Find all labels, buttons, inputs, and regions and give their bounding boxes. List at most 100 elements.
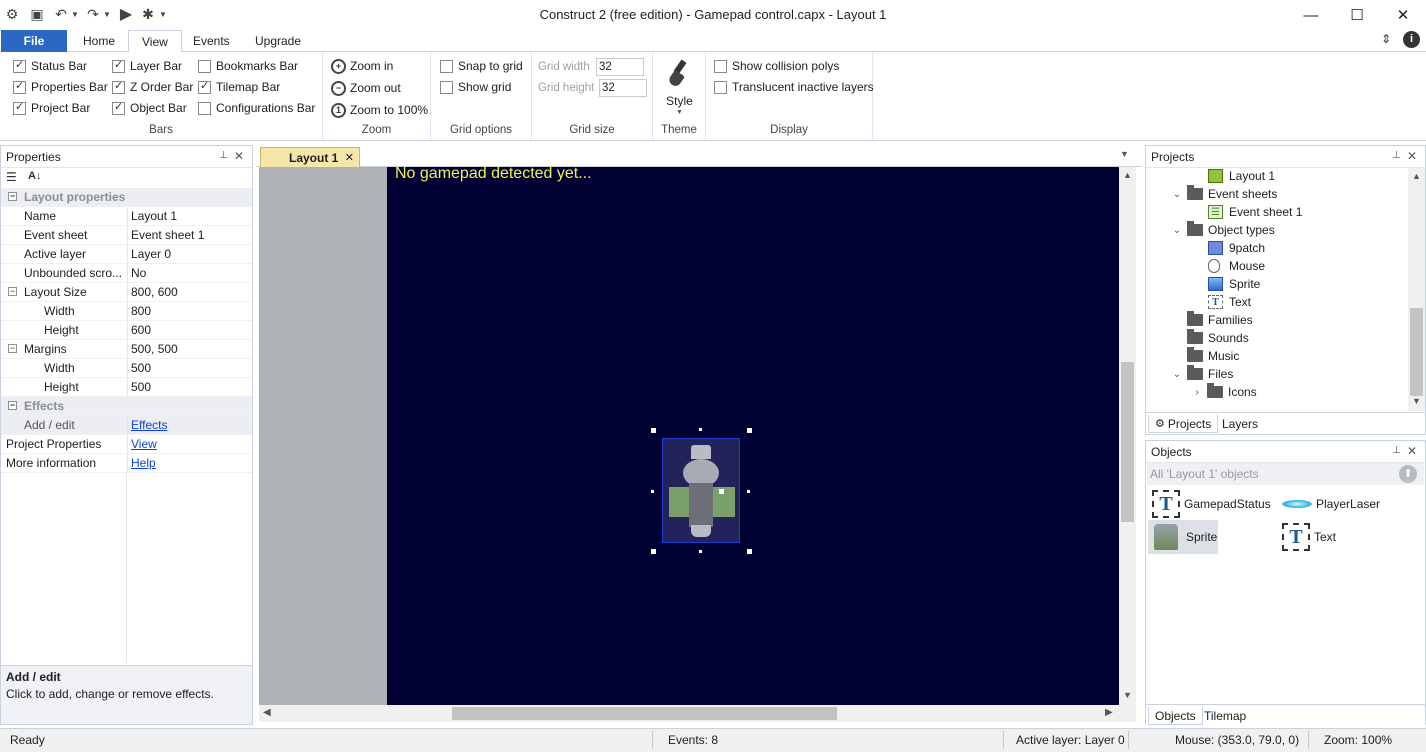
resize-handle[interactable] <box>651 490 654 493</box>
show-grid-checkbox[interactable]: Show grid <box>440 78 523 96</box>
property-row-unbounded-scrolling[interactable]: Unbounded scro... No <box>1 264 252 283</box>
close-tab-icon[interactable]: ✕ <box>345 151 354 164</box>
z-order-bar-checkbox[interactable]: Z Order Bar <box>112 78 193 96</box>
property-row-add-edit[interactable]: Add / edit Effects <box>1 416 252 435</box>
tab-view[interactable]: View <box>128 30 182 53</box>
scroll-right-icon[interactable]: ▶ <box>1105 707 1113 718</box>
gamepad-status-text[interactable]: No gamepad detected yet... <box>395 165 592 183</box>
object-gamepadstatus[interactable]: T GamepadStatus <box>1152 487 1271 521</box>
translucent-inactive-layers-checkbox[interactable]: Translucent inactive layers <box>714 78 874 96</box>
scroll-up-icon[interactable]: ▲ <box>1412 171 1421 181</box>
object-sprite[interactable]: Sprite <box>1148 520 1218 554</box>
tab-layout-1[interactable]: Layout 1 ✕ <box>260 147 360 167</box>
snap-to-grid-checkbox[interactable]: Snap to grid <box>440 57 523 75</box>
scroll-up-icon[interactable]: ▲ <box>1123 170 1132 180</box>
zoom-100-button[interactable]: 1 Zoom to 100% <box>331 100 428 120</box>
property-row-project-properties[interactable]: Project Properties View <box>1 435 252 454</box>
property-row-layout-height[interactable]: Height 600 <box>1 321 252 340</box>
help-link[interactable]: Help <box>131 456 156 470</box>
tab-events[interactable]: Events <box>180 30 243 52</box>
close-pane-icon[interactable]: ✕ <box>1407 149 1417 163</box>
collapse-icon[interactable]: − <box>8 401 17 410</box>
sort-alphabetical-icon[interactable]: A↓ <box>28 170 41 182</box>
property-row-margins-width[interactable]: Width 500 <box>1 359 252 378</box>
tree-item-event-sheets[interactable]: ⌄ Event sheets <box>1171 185 1277 203</box>
collapse-icon[interactable]: − <box>8 192 17 201</box>
resize-handle[interactable] <box>747 428 752 433</box>
tree-item-object-types[interactable]: ⌄ Object types <box>1171 221 1275 239</box>
property-row-layout-size[interactable]: − Layout Size 800, 600 <box>1 283 252 302</box>
vertical-scroll-thumb[interactable] <box>1121 362 1134 522</box>
sprite-instance[interactable] <box>662 438 740 543</box>
origin-handle[interactable] <box>719 489 724 494</box>
tab-layers[interactable]: Layers <box>1216 415 1264 433</box>
configurations-bar-checkbox[interactable]: Configurations Bar <box>198 99 315 117</box>
property-row-event-sheet[interactable]: Event sheet Event sheet 1 <box>1 226 252 245</box>
show-collision-polys-checkbox[interactable]: Show collision polys <box>714 57 874 75</box>
tab-home[interactable]: Home <box>70 30 128 52</box>
property-row-margins-height[interactable]: Height 500 <box>1 378 252 397</box>
projects-scrollbar[interactable]: ▲ ▼ <box>1408 168 1425 411</box>
tree-item-text[interactable]: T Text <box>1208 293 1251 311</box>
tree-item-music[interactable]: Music <box>1187 347 1239 365</box>
close-pane-icon[interactable]: ✕ <box>1407 444 1417 458</box>
tree-item-icons[interactable]: › Icons <box>1191 383 1257 401</box>
minimize-button[interactable]: — <box>1288 0 1334 30</box>
tilemap-bar-checkbox[interactable]: Tilemap Bar <box>198 78 315 96</box>
folder-up-icon[interactable]: ⬆ <box>1399 465 1417 483</box>
maximize-button[interactable]: ☐ <box>1334 0 1380 30</box>
collapse-icon[interactable]: − <box>8 287 17 296</box>
layout-canvas[interactable]: No gamepad detected yet... <box>387 165 1119 705</box>
object-bar-checkbox[interactable]: Object Bar <box>112 99 193 117</box>
tab-objects[interactable]: Objects <box>1148 707 1203 725</box>
expanded-arrow-icon[interactable]: ⌄ <box>1171 189 1183 200</box>
tree-item-files[interactable]: ⌄ Files <box>1171 365 1233 383</box>
layer-bar-checkbox[interactable]: Layer Bar <box>112 57 193 75</box>
tabs-dropdown-icon[interactable]: ▼ <box>1120 149 1129 159</box>
zoom-out-button[interactable]: − Zoom out <box>331 78 428 98</box>
tab-upgrade[interactable]: Upgrade <box>242 30 314 52</box>
zoom-in-button[interactable]: + Zoom in <box>331 56 428 76</box>
category-layout-properties[interactable]: − Layout properties <box>1 188 252 207</box>
close-pane-icon[interactable]: ✕ <box>234 149 244 163</box>
projects-scroll-thumb[interactable] <box>1410 308 1423 396</box>
tree-item-mouse[interactable]: Mouse <box>1208 257 1265 275</box>
tree-item-families[interactable]: Families <box>1187 311 1253 329</box>
ribbon-collapse-icon[interactable]: ⇕ <box>1381 32 1391 46</box>
grid-width-input[interactable]: 32 <box>596 58 644 76</box>
scroll-left-icon[interactable]: ◀ <box>263 707 271 718</box>
categorized-view-icon[interactable]: ☰ <box>6 170 17 184</box>
tree-item-event-sheet-1[interactable]: ☰ Event sheet 1 <box>1208 203 1302 221</box>
view-link[interactable]: View <box>131 437 157 451</box>
resize-handle[interactable] <box>699 428 702 431</box>
tree-item-sounds[interactable]: Sounds <box>1187 329 1249 347</box>
pin-icon[interactable]: ⊥ <box>1392 150 1401 161</box>
property-row-layout-width[interactable]: Width 800 <box>1 302 252 321</box>
tab-tilemap[interactable]: Tilemap <box>1198 707 1252 725</box>
collapsed-arrow-icon[interactable]: › <box>1191 387 1203 398</box>
horizontal-scrollbar[interactable]: ◀ ▶ <box>259 705 1119 722</box>
help-icon[interactable]: i <box>1403 31 1420 48</box>
close-button[interactable]: ✕ <box>1380 0 1426 30</box>
grid-height-input[interactable]: 32 <box>599 79 647 97</box>
tree-item-sprite[interactable]: Sprite <box>1208 275 1260 293</box>
resize-handle[interactable] <box>747 490 750 493</box>
style-button[interactable]: Style ▼ <box>653 56 706 118</box>
tab-file[interactable]: File <box>1 30 67 52</box>
tab-projects[interactable]: ⚙ Projects <box>1148 415 1219 433</box>
property-row-margins[interactable]: − Margins 500, 500 <box>1 340 252 359</box>
horizontal-scroll-thumb[interactable] <box>452 707 837 720</box>
project-bar-checkbox[interactable]: Project Bar <box>13 99 108 117</box>
tree-item-9patch[interactable]: 9patch <box>1208 239 1265 257</box>
property-row-name[interactable]: Name Layout 1 <box>1 207 252 226</box>
status-bar-checkbox[interactable]: Status Bar <box>13 57 108 75</box>
effects-link[interactable]: Effects <box>131 418 167 432</box>
category-effects[interactable]: − Effects <box>1 397 252 416</box>
pin-icon[interactable]: ⊥ <box>1392 445 1401 456</box>
object-text[interactable]: T Text <box>1282 520 1336 554</box>
expanded-arrow-icon[interactable]: ⌄ <box>1171 225 1183 236</box>
resize-handle[interactable] <box>747 549 752 554</box>
vertical-scrollbar[interactable]: ▲ ▼ <box>1119 167 1136 705</box>
bookmarks-bar-checkbox[interactable]: Bookmarks Bar <box>198 57 315 75</box>
expanded-arrow-icon[interactable]: ⌄ <box>1171 369 1183 380</box>
